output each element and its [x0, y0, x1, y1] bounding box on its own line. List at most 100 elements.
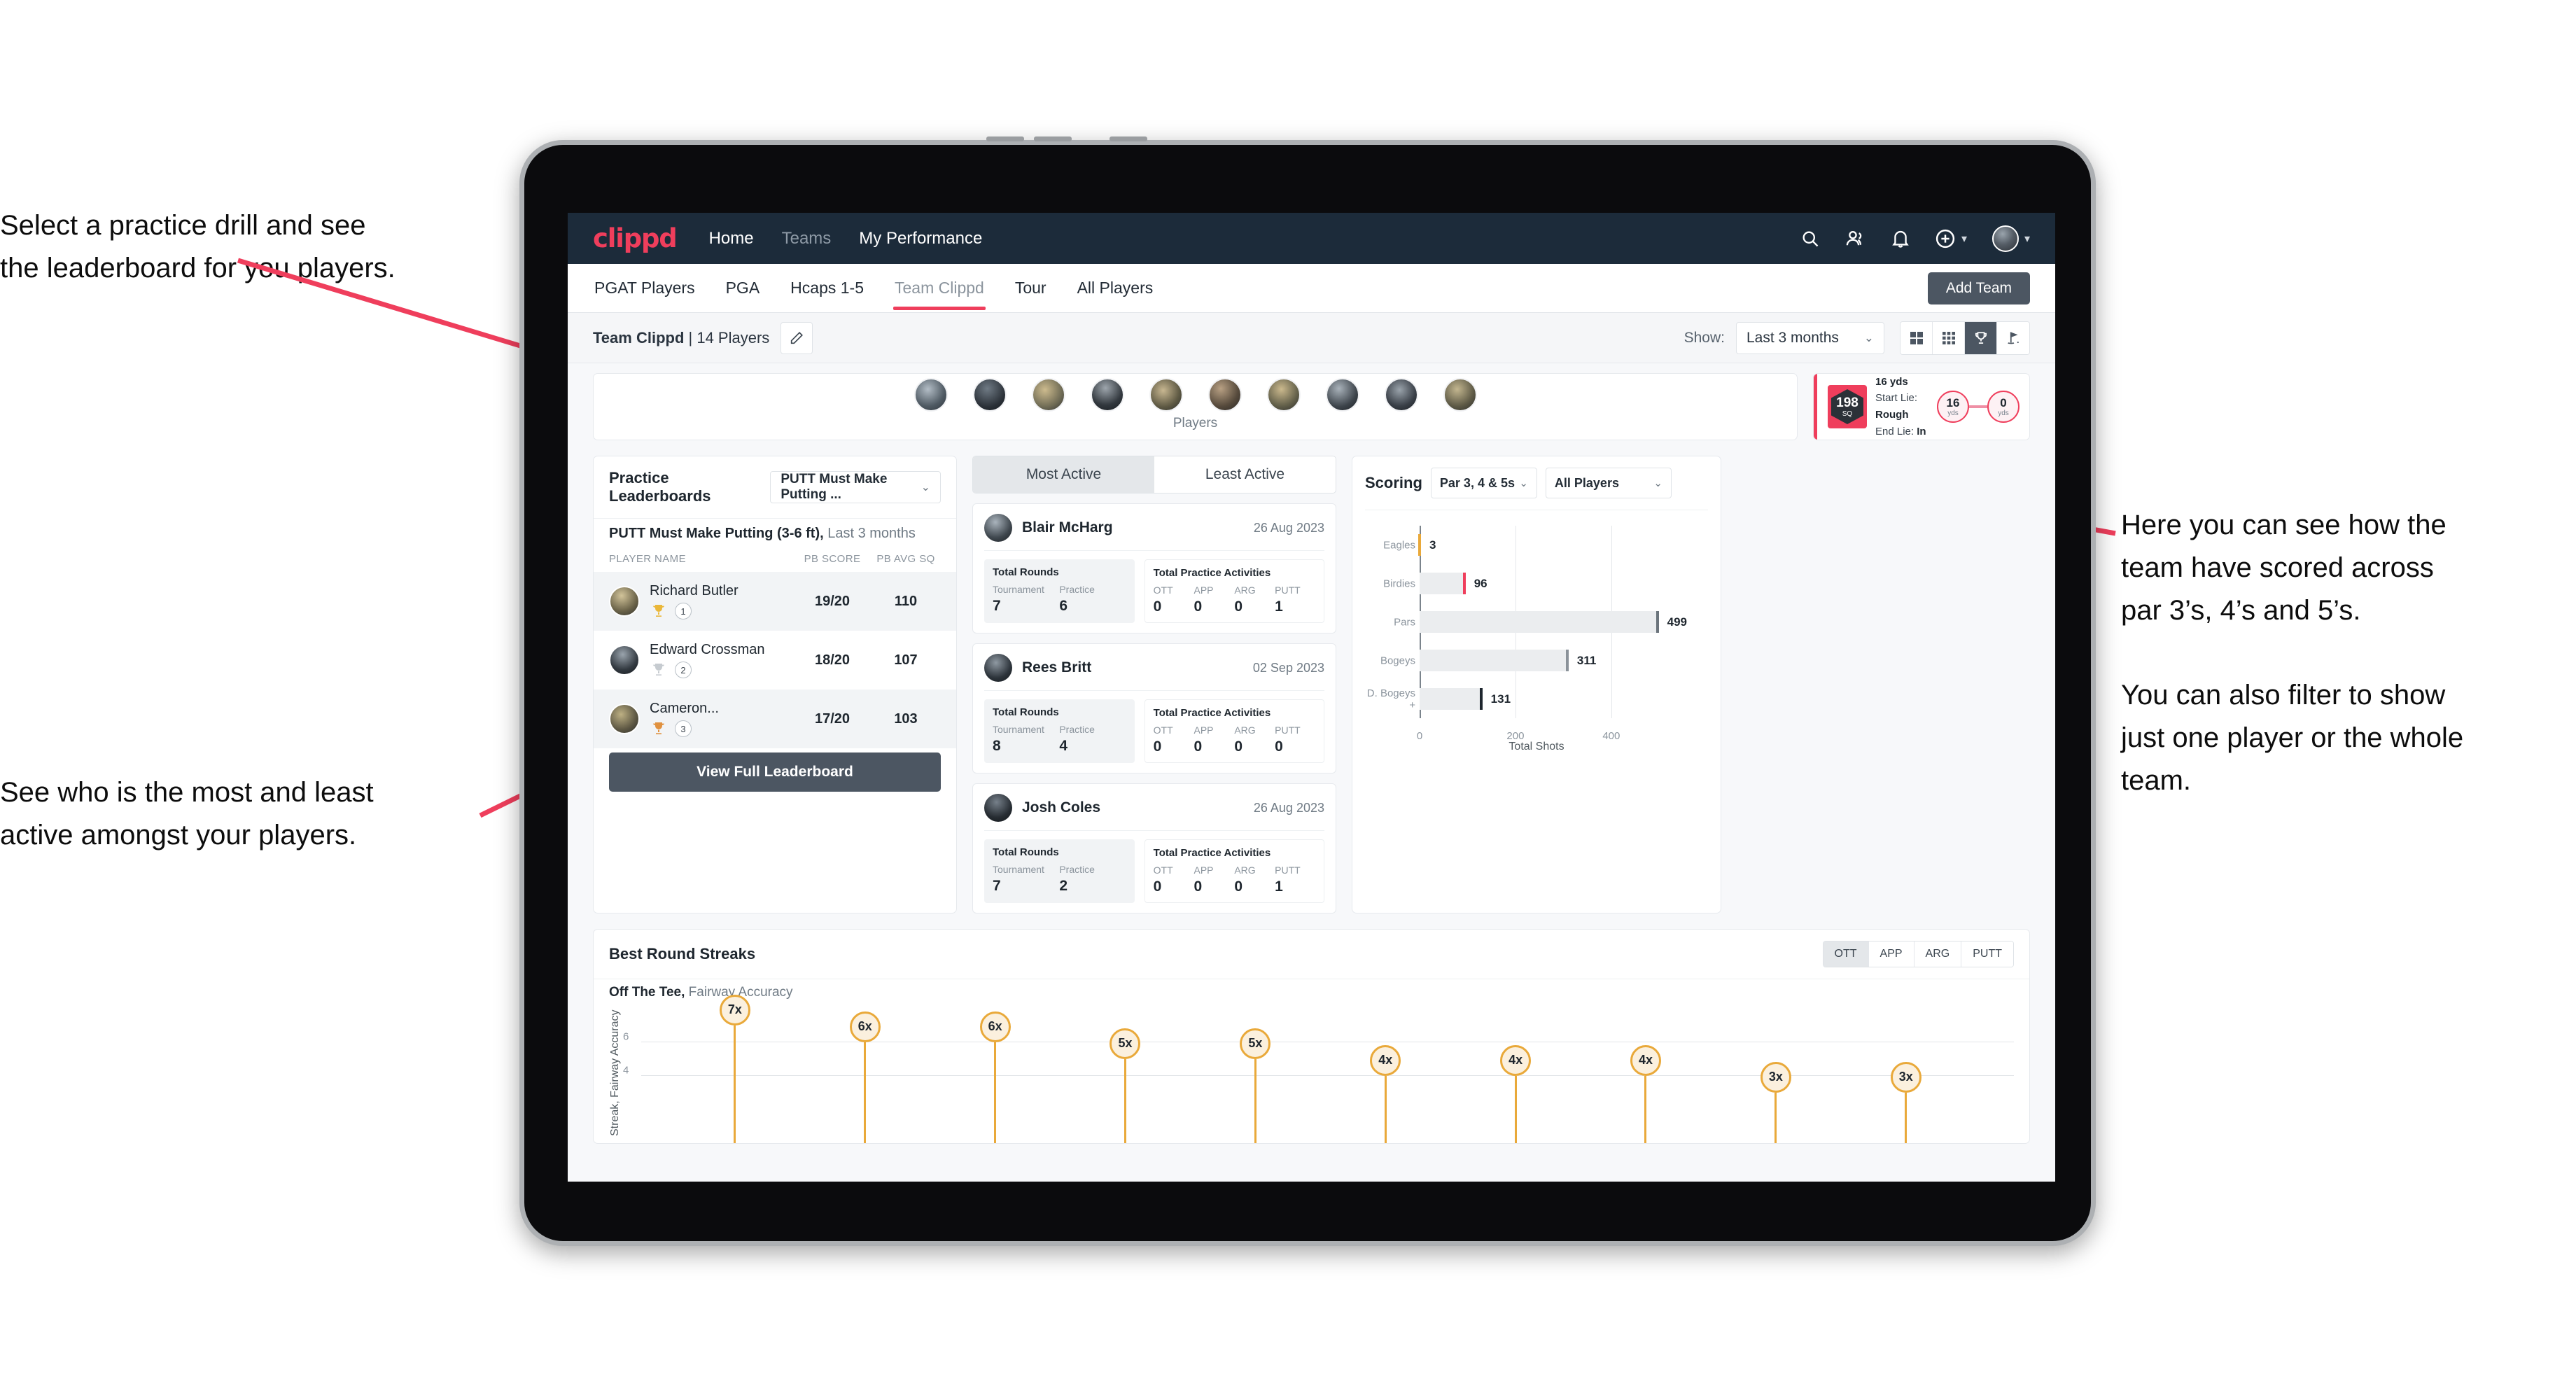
people-icon[interactable] [1845, 229, 1866, 248]
lollipop-stem [1384, 1075, 1387, 1143]
avatar[interactable] [1325, 378, 1359, 412]
list-item[interactable]: Blair McHarg 26 Aug 2023 Total Rounds To… [972, 503, 1336, 634]
arg-label: ARG [1234, 584, 1256, 596]
volume-button-up[interactable] [986, 136, 1024, 141]
avatar[interactable] [1384, 378, 1418, 412]
app-label: APP [1194, 864, 1214, 876]
annotation-practice-drill: Select a practice drill and see the lead… [0, 210, 396, 284]
lollipop-marker[interactable]: 3x [1760, 1061, 1791, 1093]
leaderboard-period: Last 3 months [827, 526, 916, 541]
bar-cap [1462, 573, 1466, 594]
tab-most-active[interactable]: Most Active [973, 456, 1154, 493]
lollipop-marker[interactable]: 3x [1890, 1061, 1921, 1093]
tab-pgat-players[interactable]: PGAT Players [593, 266, 696, 310]
ott-value: 0 [1153, 738, 1162, 755]
middle-row: Practice Leaderboards PUTT Must Make Put… [593, 456, 2030, 913]
lollipop-stem [1644, 1075, 1647, 1143]
practice-activities-title: Total Practice Activities [1153, 707, 1271, 719]
annotation-scoring: Here you can see how the team have score… [2121, 510, 2464, 796]
player-name: Richard Butler [650, 583, 738, 598]
list-item[interactable]: Rees Britt 02 Sep 2023 Total Rounds Tour… [972, 643, 1336, 774]
golf-flag-icon[interactable] [1997, 321, 2029, 354]
bell-icon[interactable] [1891, 229, 1910, 248]
power-button[interactable] [1110, 136, 1147, 141]
total-practice-activities-box: Total Practice Activities OTT 0 APP 0 AR… [1144, 839, 1324, 903]
plus-circle-icon[interactable]: ▾ [1935, 228, 1967, 249]
grid-3x3-icon[interactable] [1933, 321, 1965, 354]
avatar[interactable] [1208, 378, 1242, 412]
chevron-down-icon: ⌄ [920, 482, 930, 493]
leaderboard-column-headers: PLAYER NAME PB SCORE PB AVG SQ [594, 550, 956, 572]
lollipop-stem [1514, 1075, 1517, 1143]
tab-hcaps-1-5[interactable]: Hcaps 1-5 [789, 266, 865, 310]
players-strip-card: Players [593, 373, 1798, 440]
lollipop-marker[interactable]: 4x [1370, 1044, 1401, 1076]
drill-select[interactable]: PUTT Must Make Putting ... ⌄ [770, 471, 941, 503]
tab-all-players[interactable]: All Players [1076, 266, 1155, 310]
tab-tour[interactable]: Tour [1014, 266, 1048, 310]
lollipop-marker[interactable]: 6x [979, 1011, 1011, 1042]
lollipop-marker[interactable]: 7x [719, 994, 750, 1026]
nav-link-my-performance[interactable]: My Performance [859, 229, 982, 248]
pb-avg-sq-value: 107 [894, 652, 918, 668]
arg-label: ARG [1234, 864, 1256, 876]
streak-toggle-ott[interactable]: OTT [1823, 941, 1869, 967]
streak-toggle-app[interactable]: APP [1868, 941, 1914, 967]
add-team-button[interactable]: Add Team [1927, 272, 2030, 304]
nav-link-home[interactable]: Home [709, 229, 754, 248]
bar-row: Pars 499 [1394, 603, 1687, 641]
bar-category-label: Eagles [1383, 539, 1415, 551]
avatar[interactable]: ▾ [1991, 225, 2030, 252]
lollipop-marker[interactable]: 6x [849, 1011, 881, 1042]
lollipop-marker[interactable]: 4x [1630, 1044, 1661, 1076]
show-label: Show: [1684, 329, 1725, 346]
lollipop-marker[interactable]: 4x [1500, 1044, 1532, 1076]
lollipop-marker[interactable]: 5x [1240, 1028, 1271, 1059]
bar-row: Birdies 96 [1383, 564, 1669, 603]
avatar [984, 794, 1012, 822]
clippd-logo[interactable]: clippd [593, 223, 678, 253]
grid-2x2-icon[interactable] [1900, 321, 1933, 354]
streak-toggle-arg[interactable]: ARG [1914, 941, 1962, 967]
ott-value: 0 [1153, 878, 1162, 895]
table-row[interactable]: Edward Crossman 2 18/20 107 [594, 631, 956, 690]
avatar[interactable] [1149, 378, 1183, 412]
tab-least-active[interactable]: Least Active [1154, 456, 1336, 493]
start-lie-value: Rough [1875, 409, 1909, 421]
streak-toggle-putt[interactable]: PUTT [1961, 941, 2013, 967]
trophy-icon [653, 722, 664, 734]
lollipop-stem [1124, 1058, 1126, 1143]
pb-avg-sq-value: 110 [894, 593, 918, 609]
player-filter-select[interactable]: All Players ⌄ [1545, 468, 1672, 498]
table-row[interactable]: Richard Butler 1 19/20 110 [594, 572, 956, 631]
edit-team-button[interactable] [780, 321, 813, 354]
tab-team-clippd[interactable]: Team Clippd [893, 266, 986, 310]
tab-pga[interactable]: PGA [724, 266, 762, 310]
avatar[interactable] [1031, 378, 1065, 412]
list-item[interactable]: Josh Coles 26 Aug 2023 Total Rounds Tour… [972, 783, 1336, 913]
view-full-leaderboard-button[interactable]: View Full Leaderboard [609, 752, 941, 792]
par-filter-select[interactable]: Par 3, 4 & 5s ⌄ [1430, 468, 1537, 498]
bar [1420, 688, 1483, 710]
bar-row: Eagles 3 [1383, 526, 1669, 564]
lollipop-marker[interactable]: 5x [1110, 1028, 1141, 1059]
avatar[interactable] [1443, 378, 1477, 412]
nav-link-teams[interactable]: Teams [782, 229, 832, 248]
avatar[interactable] [913, 378, 948, 412]
volume-button-down[interactable] [1034, 136, 1072, 141]
team-player-count: | 14 Players [688, 328, 770, 346]
player-badges: 3 [650, 720, 794, 737]
app-label: APP [1194, 724, 1214, 736]
trophy-icon[interactable] [1965, 321, 1997, 354]
search-icon[interactable] [1800, 229, 1820, 248]
tournament-label: Tournament [993, 584, 1044, 595]
table-row[interactable]: Cameron... 3 17/20 103 [594, 690, 956, 748]
total-rounds-title: Total Rounds [993, 846, 1059, 858]
avatar[interactable] [1266, 378, 1301, 412]
avatar[interactable] [972, 378, 1007, 412]
avatar [609, 704, 640, 734]
player-badges: 2 [650, 662, 794, 678]
avatar[interactable] [1090, 378, 1124, 412]
putt-label: PUTT [1275, 724, 1301, 736]
date-range-select[interactable]: Last 3 months ⌄ [1736, 321, 1884, 354]
